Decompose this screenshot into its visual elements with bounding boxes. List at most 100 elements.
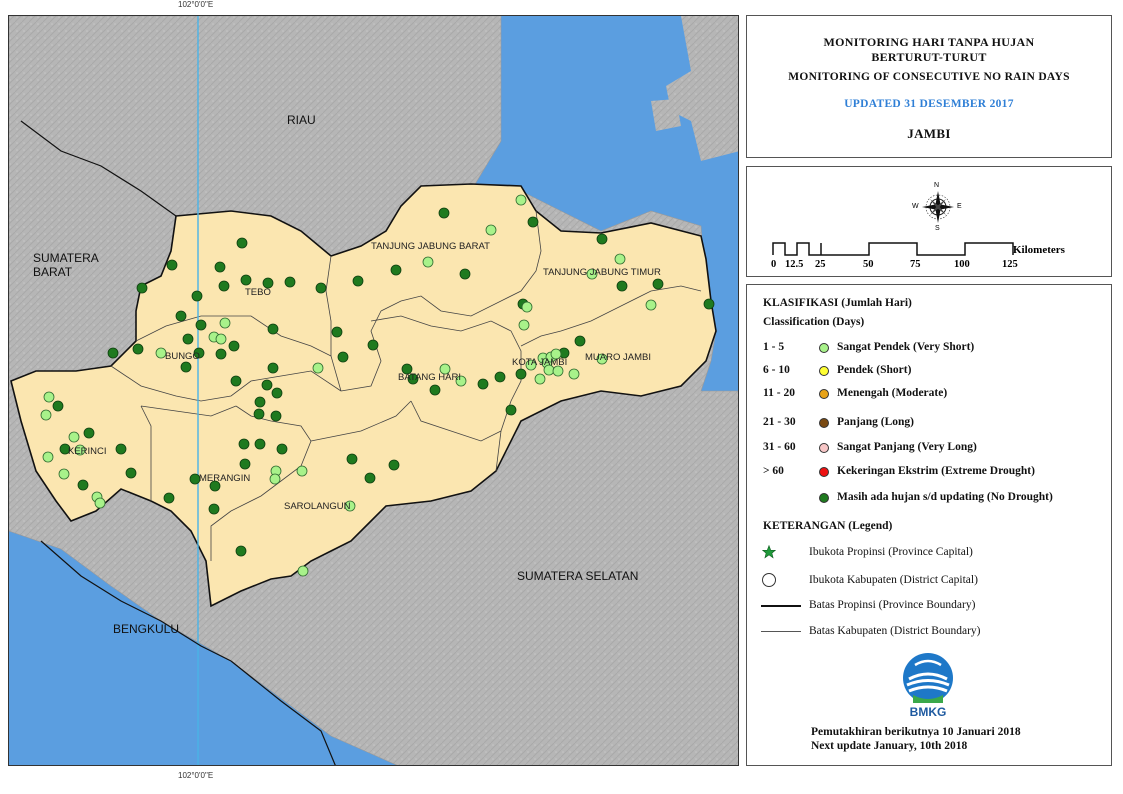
- station-no-drought[interactable]: [236, 237, 248, 249]
- station-no-drought[interactable]: [616, 280, 628, 292]
- class-label: Panjang (Long): [837, 416, 914, 428]
- station-no-drought[interactable]: [505, 404, 517, 416]
- station-very-short[interactable]: [58, 468, 70, 480]
- station-no-drought[interactable]: [352, 275, 364, 287]
- station-no-drought[interactable]: [195, 319, 207, 331]
- station-no-drought[interactable]: [438, 207, 450, 219]
- station-very-short[interactable]: [68, 431, 80, 443]
- station-no-drought[interactable]: [652, 278, 664, 290]
- station-no-drought[interactable]: [367, 339, 379, 351]
- province-name: JAMBI: [907, 126, 951, 141]
- station-very-short[interactable]: [534, 373, 546, 385]
- district-label-muaro: MUARO JAMBI: [585, 352, 651, 363]
- legend-title: KETERANGAN (Legend): [763, 520, 893, 532]
- station-no-drought[interactable]: [270, 410, 282, 422]
- station-no-drought[interactable]: [515, 368, 527, 380]
- station-no-drought[interactable]: [459, 268, 471, 280]
- station-no-drought[interactable]: [253, 408, 265, 420]
- station-no-drought[interactable]: [527, 216, 539, 228]
- station-no-drought[interactable]: [346, 453, 358, 465]
- station-no-drought[interactable]: [596, 233, 608, 245]
- map-frame[interactable]: [8, 15, 739, 766]
- station-no-drought[interactable]: [254, 396, 266, 408]
- station-very-short[interactable]: [43, 391, 55, 403]
- graticule-label-bottom: 102°0'0"E: [178, 771, 214, 780]
- station-no-drought[interactable]: [477, 378, 489, 390]
- station-very-short[interactable]: [521, 301, 533, 313]
- station-very-short[interactable]: [518, 319, 530, 331]
- station-no-drought[interactable]: [494, 371, 506, 383]
- class-label: Sangat Pendek (Very Short): [837, 341, 975, 353]
- station-no-drought[interactable]: [215, 348, 227, 360]
- station-no-drought[interactable]: [83, 427, 95, 439]
- station-no-drought[interactable]: [337, 351, 349, 363]
- station-very-short[interactable]: [297, 565, 309, 577]
- compass-scale-panel: N S W E Kilometers 0 12.5 25 50 75 100 1…: [746, 166, 1112, 277]
- station-very-short[interactable]: [645, 299, 657, 311]
- district-label-kerinci: KERINCI: [68, 446, 107, 457]
- station-no-drought[interactable]: [390, 264, 402, 276]
- station-very-short[interactable]: [42, 451, 54, 463]
- station-no-drought[interactable]: [261, 379, 273, 391]
- scale-bar: [772, 242, 1014, 256]
- station-no-drought[interactable]: [284, 276, 296, 288]
- scale-tick-4: 75: [910, 259, 921, 270]
- title-panel: MONITORING HARI TANPA HUJAN BERTURUT-TUR…: [746, 15, 1112, 158]
- station-very-short[interactable]: [296, 465, 308, 477]
- station-no-drought[interactable]: [182, 333, 194, 345]
- station-no-drought[interactable]: [240, 274, 252, 286]
- station-very-short[interactable]: [94, 497, 106, 509]
- compass-rose-icon: [922, 191, 954, 223]
- station-no-drought[interactable]: [175, 310, 187, 322]
- station-very-short[interactable]: [219, 317, 231, 329]
- station-very-short[interactable]: [269, 473, 281, 485]
- station-no-drought[interactable]: [267, 323, 279, 335]
- legend-dist-boundary: Batas Kabupaten (District Boundary): [809, 625, 981, 637]
- station-very-short[interactable]: [40, 409, 52, 421]
- station-no-drought[interactable]: [166, 259, 178, 271]
- station-very-short[interactable]: [312, 362, 324, 374]
- station-no-drought[interactable]: [388, 459, 400, 471]
- station-no-drought[interactable]: [271, 387, 283, 399]
- class-row-2: 6 - 10 Pendek (Short): [747, 364, 1113, 380]
- station-no-drought[interactable]: [208, 503, 220, 515]
- station-no-drought[interactable]: [315, 282, 327, 294]
- station-no-drought[interactable]: [218, 280, 230, 292]
- station-no-drought[interactable]: [238, 438, 250, 450]
- region-label-riau: RIAU: [287, 113, 316, 127]
- station-no-drought[interactable]: [230, 375, 242, 387]
- station-no-drought[interactable]: [364, 472, 376, 484]
- station-no-drought[interactable]: [574, 335, 586, 347]
- station-no-drought[interactable]: [228, 340, 240, 352]
- title-line-3: MONITORING OF CONSECUTIVE NO RAIN DAYS: [788, 71, 1070, 83]
- station-no-drought[interactable]: [214, 261, 226, 273]
- station-very-short[interactable]: [614, 253, 626, 265]
- station-very-short[interactable]: [422, 256, 434, 268]
- station-no-drought[interactable]: [107, 347, 119, 359]
- compass-w: W: [912, 203, 919, 210]
- class-label: Kekeringan Ekstrim (Extreme Drought): [837, 465, 1035, 477]
- station-no-drought[interactable]: [52, 400, 64, 412]
- station-no-drought[interactable]: [254, 438, 266, 450]
- station-no-drought[interactable]: [125, 467, 137, 479]
- station-no-drought[interactable]: [136, 282, 148, 294]
- station-very-short[interactable]: [485, 224, 497, 236]
- station-very-short[interactable]: [568, 368, 580, 380]
- station-no-drought[interactable]: [276, 443, 288, 455]
- station-no-drought[interactable]: [163, 492, 175, 504]
- footer-line-2: Next update January, 10th 2018: [811, 740, 968, 752]
- station-no-drought[interactable]: [180, 361, 192, 373]
- station-no-drought[interactable]: [331, 326, 343, 338]
- station-very-short[interactable]: [215, 333, 227, 345]
- station-very-short[interactable]: [515, 194, 527, 206]
- station-no-drought[interactable]: [267, 362, 279, 374]
- station-no-drought[interactable]: [239, 458, 251, 470]
- station-no-drought[interactable]: [191, 290, 203, 302]
- station-no-drought[interactable]: [703, 298, 715, 310]
- station-no-drought[interactable]: [132, 343, 144, 355]
- scale-tick-1: 12.5: [785, 259, 804, 270]
- station-no-drought[interactable]: [77, 479, 89, 491]
- station-no-drought[interactable]: [429, 384, 441, 396]
- station-no-drought[interactable]: [235, 545, 247, 557]
- station-no-drought[interactable]: [115, 443, 127, 455]
